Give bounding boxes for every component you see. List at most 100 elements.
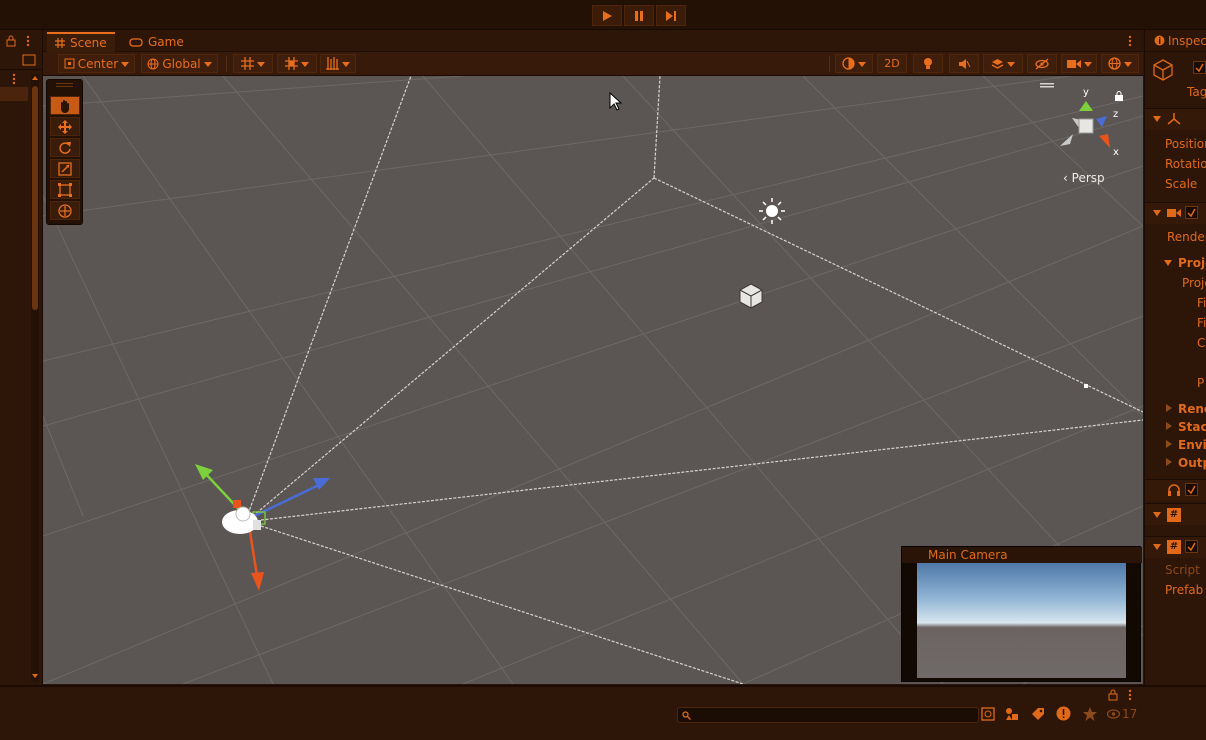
transform-tool[interactable] bbox=[50, 201, 80, 220]
foldout-right-icon[interactable] bbox=[1165, 458, 1173, 466]
step-icon bbox=[666, 10, 676, 21]
inspector-tab-label[interactable]: Inspec bbox=[1168, 34, 1206, 48]
snap-settings-dropdown[interactable] bbox=[277, 54, 317, 73]
step-button[interactable] bbox=[656, 5, 686, 26]
output-section[interactable]: Outp bbox=[1178, 456, 1206, 470]
scroll-down-icon[interactable] bbox=[31, 672, 39, 680]
hierarchy-selected-row[interactable] bbox=[0, 87, 28, 101]
lock-icon[interactable] bbox=[5, 35, 17, 47]
tab-scene[interactable]: Scene bbox=[47, 32, 115, 52]
scrollbar-thumb[interactable] bbox=[32, 86, 38, 310]
rotate-tool[interactable] bbox=[50, 138, 80, 157]
pause-button[interactable] bbox=[624, 5, 654, 26]
toggle-2d-button[interactable]: 2D bbox=[877, 54, 907, 73]
gizmo-lock-icon[interactable] bbox=[1114, 91, 1124, 102]
foldout-right-icon[interactable] bbox=[1165, 440, 1173, 448]
rect-tool[interactable] bbox=[50, 180, 80, 199]
physical-label: P bbox=[1197, 376, 1205, 390]
projection-toggle[interactable]: ‹ Persp bbox=[1063, 171, 1105, 185]
audio-enabled-checkbox[interactable] bbox=[1185, 483, 1198, 496]
stack-section[interactable]: Stac bbox=[1178, 420, 1206, 434]
camera-enabled-checkbox[interactable] bbox=[1185, 206, 1198, 219]
tag-icon[interactable] bbox=[1031, 707, 1045, 721]
project-search-input[interactable] bbox=[677, 707, 979, 723]
foldout-down-icon[interactable] bbox=[1153, 115, 1161, 123]
tool-palette bbox=[46, 79, 83, 225]
gamepad-icon bbox=[129, 38, 143, 47]
kebab-menu-icon[interactable] bbox=[10, 73, 18, 85]
transform-axes-icon bbox=[1167, 113, 1181, 125]
warning-circle-icon[interactable] bbox=[1056, 706, 1071, 721]
hidden-packages-toggle[interactable]: 17 bbox=[1107, 707, 1137, 721]
rect-transform-icon bbox=[58, 182, 72, 197]
hand-tool[interactable] bbox=[50, 96, 80, 115]
orientation-gizmo[interactable]: y z x bbox=[1060, 87, 1119, 158]
move-tool[interactable] bbox=[50, 117, 80, 136]
scroll-up-icon[interactable] bbox=[31, 74, 39, 82]
transform-gizmo[interactable] bbox=[195, 464, 330, 591]
scene-camera-dropdown[interactable] bbox=[1061, 54, 1097, 73]
projection-header-label[interactable]: Proje bbox=[1178, 256, 1206, 270]
foldout-down-icon[interactable] bbox=[1153, 543, 1161, 551]
foldout-down-icon[interactable] bbox=[1164, 259, 1172, 267]
shading-sphere-icon bbox=[842, 57, 855, 70]
audio-toggle[interactable] bbox=[949, 54, 979, 73]
kebab-menu-icon[interactable] bbox=[24, 35, 32, 47]
lock-icon[interactable] bbox=[1107, 689, 1119, 701]
rotate-icon bbox=[59, 141, 71, 154]
play-button[interactable] bbox=[592, 5, 622, 26]
grid-snap-dropdown[interactable] bbox=[233, 54, 273, 73]
increment-snap-dropdown[interactable] bbox=[320, 54, 356, 73]
script-enabled-checkbox[interactable] bbox=[1185, 540, 1198, 553]
space-dropdown[interactable]: Global bbox=[141, 54, 218, 73]
play-toolbar bbox=[0, 0, 1206, 30]
camera-preview-title: Main Camera bbox=[902, 547, 1142, 563]
scene-tab-bar: Scene Game bbox=[43, 30, 1143, 52]
hand-icon bbox=[61, 99, 69, 113]
hidden-count: 17 bbox=[1122, 707, 1138, 721]
kebab-menu-icon[interactable] bbox=[1126, 689, 1134, 701]
create-icon[interactable] bbox=[22, 54, 36, 66]
chevron-down-icon bbox=[1007, 61, 1015, 67]
camera-preview[interactable]: Main Camera bbox=[901, 546, 1142, 682]
foldout-right-icon[interactable] bbox=[1165, 404, 1173, 412]
script-hash-icon: # bbox=[1167, 540, 1181, 554]
rendering-section[interactable]: Rend bbox=[1178, 402, 1206, 416]
active-checkbox[interactable] bbox=[1193, 61, 1206, 74]
info-icon bbox=[1154, 35, 1165, 46]
light-gizmo-icon[interactable] bbox=[759, 198, 785, 224]
favorite-star-icon[interactable] bbox=[1083, 707, 1097, 721]
tag-label: Tag bbox=[1187, 85, 1206, 99]
gizmo-x-label: x bbox=[1113, 147, 1119, 158]
filter-by-type-icon[interactable] bbox=[1005, 707, 1019, 721]
lightbulb-icon bbox=[924, 58, 932, 69]
gizmo-z-label: z bbox=[1113, 109, 1118, 120]
foldout-down-icon[interactable] bbox=[1153, 209, 1161, 217]
chevron-down-icon bbox=[1124, 61, 1132, 67]
kebab-menu-icon[interactable] bbox=[1126, 35, 1134, 47]
gameobject-cube-icon[interactable] bbox=[739, 283, 763, 309]
scrollbar[interactable] bbox=[31, 74, 39, 682]
position-label: Position bbox=[1165, 137, 1206, 151]
gizmo-y-label: y bbox=[1083, 87, 1089, 98]
pivot-dropdown[interactable]: Center bbox=[58, 54, 135, 73]
environment-section[interactable]: Envi bbox=[1178, 438, 1206, 452]
chevron-down-icon bbox=[203, 61, 212, 67]
foldout-down-icon[interactable] bbox=[1153, 511, 1161, 519]
foldout-right-icon[interactable] bbox=[1165, 422, 1173, 430]
move-arrows-icon bbox=[58, 119, 72, 134]
video-camera-icon bbox=[1167, 209, 1181, 217]
scale-tool[interactable] bbox=[50, 159, 80, 178]
field-of-view-label: Fi bbox=[1197, 296, 1206, 310]
pause-icon bbox=[635, 10, 643, 21]
lighting-toggle[interactable] bbox=[913, 54, 943, 73]
scene-visibility-toggle[interactable] bbox=[1027, 54, 1057, 73]
gizmos-dropdown[interactable] bbox=[1101, 54, 1139, 73]
scale-label: Scale bbox=[1165, 177, 1198, 191]
bottom-panel: 17 bbox=[0, 685, 1206, 740]
effects-dropdown[interactable] bbox=[983, 54, 1023, 73]
toggle-2d-label: 2D bbox=[884, 57, 900, 70]
shading-mode-dropdown[interactable] bbox=[835, 54, 873, 73]
search-filter-icon[interactable] bbox=[981, 707, 995, 721]
tab-game[interactable]: Game bbox=[121, 32, 192, 52]
